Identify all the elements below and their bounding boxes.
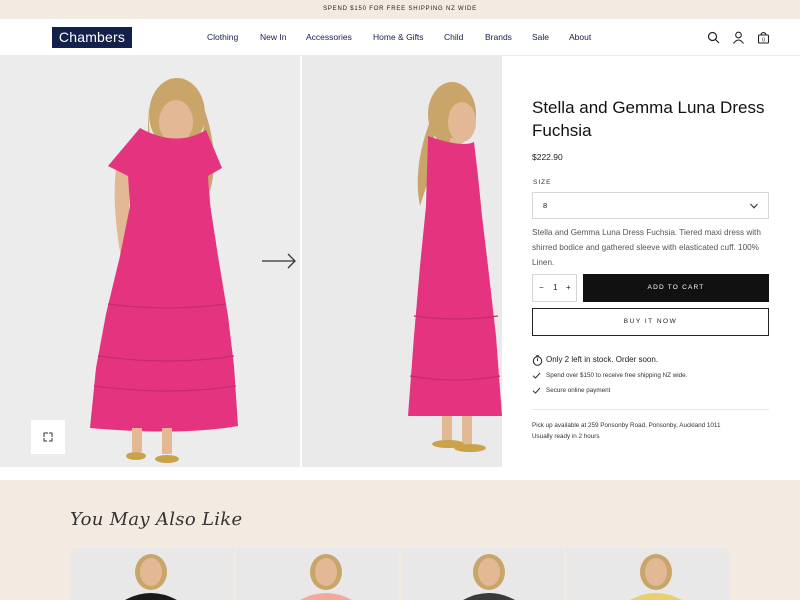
buy-now-button[interactable]: BUY IT NOW	[532, 308, 769, 336]
product-description: Stella and Gemma Luna Dress Fuchsia. Tie…	[532, 228, 761, 267]
recommendation-card[interactable]	[236, 548, 399, 600]
pickup-address: Pick up available at 259 Ponsonby Road, …	[532, 422, 721, 429]
site-header: Chambers Clothing New In Accessories Hom…	[0, 19, 800, 56]
svg-text:0: 0	[762, 38, 765, 44]
nav-item-accessories[interactable]: Accessories	[306, 19, 352, 56]
nav-item-about[interactable]: About	[569, 19, 591, 56]
recommendation-card[interactable]	[566, 548, 729, 600]
nav-item-brands[interactable]: Brands	[485, 19, 512, 56]
divider	[532, 409, 769, 410]
payment-text: Secure online payment	[546, 387, 611, 394]
stopwatch-icon	[532, 355, 543, 366]
product-title: Stella and Gemma Luna Dress Fuchsia	[532, 98, 765, 140]
recommendation-card[interactable]	[71, 548, 234, 600]
product-image-side[interactable]	[302, 56, 502, 467]
quantity-decrease-button[interactable]: −	[539, 275, 544, 301]
account-icon[interactable]	[732, 31, 745, 44]
announcement-bar: SPEND $150 FOR FREE SHIPPING NZ WIDE	[0, 0, 800, 19]
quantity-value[interactable]: 1	[553, 275, 557, 301]
size-select[interactable]: 8	[532, 192, 769, 219]
check-icon	[532, 387, 541, 394]
nav-item-child[interactable]: Child	[444, 19, 463, 56]
stock-text: Only 2 left in stock. Order soon.	[546, 355, 659, 364]
shipping-text: Spend over $150 to receive free shipping…	[546, 372, 688, 379]
size-value: 8	[543, 201, 548, 210]
zoom-button[interactable]	[31, 420, 65, 454]
recommendations-title: You May Also Like	[70, 509, 243, 530]
chevron-down-icon	[750, 203, 758, 209]
product-gallery	[0, 56, 502, 467]
quantity-increase-button[interactable]: +	[566, 275, 571, 301]
cart-icon[interactable]: 0	[757, 31, 770, 44]
check-icon	[532, 372, 541, 379]
quantity-stepper: − 1 +	[532, 274, 577, 302]
size-label: SIZE	[533, 179, 552, 186]
product-price: $222.90	[532, 152, 563, 162]
logo[interactable]: Chambers	[52, 27, 132, 48]
product-image-front[interactable]	[0, 56, 300, 467]
nav-item-clothing[interactable]: Clothing	[207, 19, 238, 56]
pickup-time: Usually ready in 2 hours	[532, 432, 600, 440]
add-to-cart-button[interactable]: ADD TO CART	[583, 274, 769, 302]
recommendations-section: You May Also Like	[0, 480, 800, 600]
arrow-right-icon[interactable]	[262, 253, 297, 269]
recommendation-card[interactable]	[401, 548, 564, 600]
search-icon[interactable]	[707, 31, 720, 44]
nav-item-home-gifts[interactable]: Home & Gifts	[373, 19, 424, 56]
nav-item-sale[interactable]: Sale	[532, 19, 549, 56]
expand-icon	[43, 432, 53, 442]
nav-item-new-in[interactable]: New In	[260, 19, 286, 56]
pickup-info: Pick up available at 259 Ponsonby Road, …	[532, 421, 720, 442]
